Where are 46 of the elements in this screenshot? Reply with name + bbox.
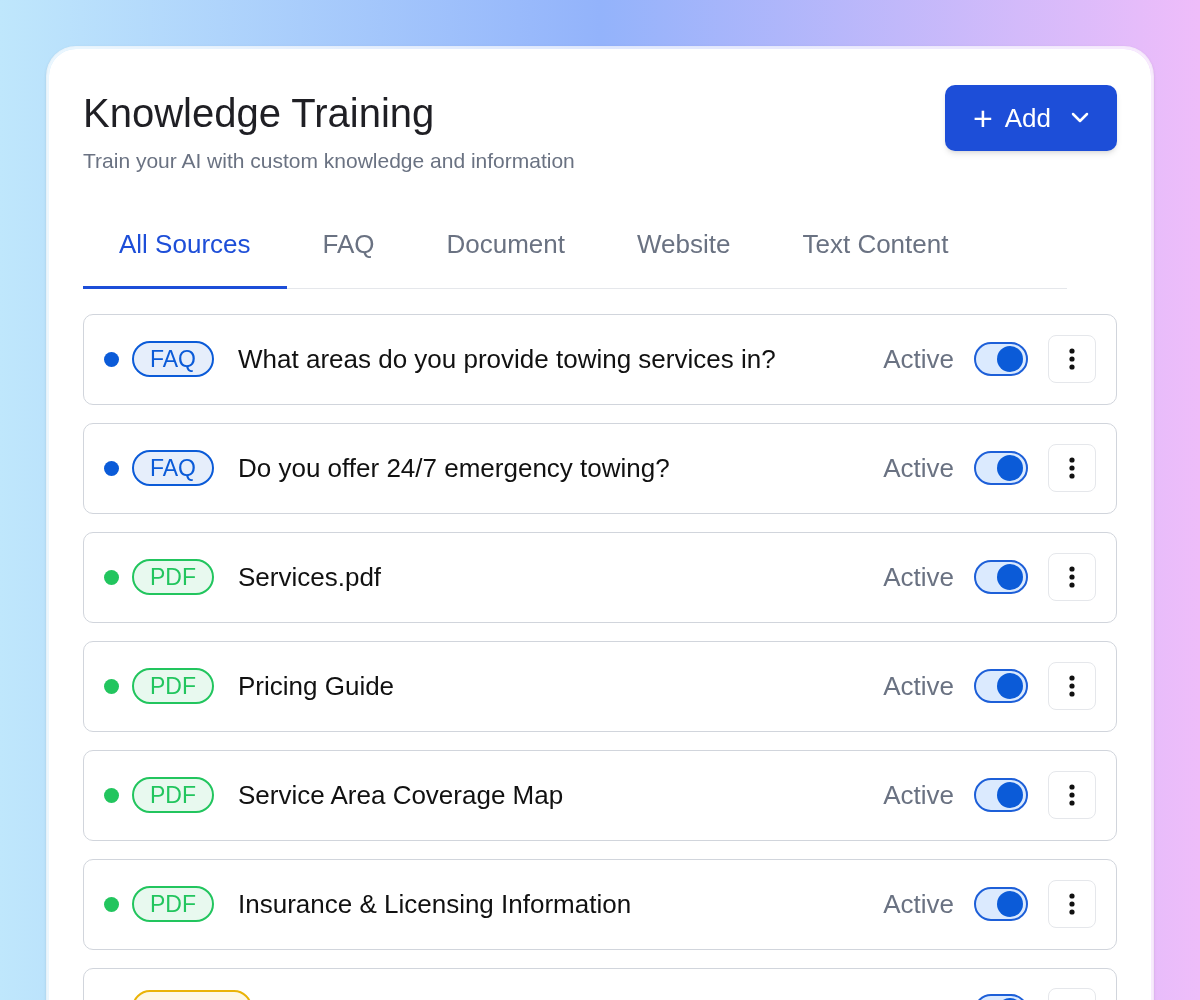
toggle-switch[interactable] bbox=[974, 778, 1028, 812]
more-icon bbox=[1069, 893, 1075, 915]
tab[interactable]: Text Content bbox=[766, 222, 985, 289]
toggle-switch[interactable] bbox=[974, 669, 1028, 703]
more-icon bbox=[1069, 784, 1075, 806]
more-icon bbox=[1069, 675, 1075, 697]
tab[interactable]: FAQ bbox=[286, 222, 411, 289]
toggle-switch[interactable] bbox=[974, 560, 1028, 594]
type-tag: PDF bbox=[132, 559, 214, 595]
source-title: Service Area Coverage Map bbox=[238, 778, 564, 812]
source-title: Insurance & Licensing Information bbox=[238, 887, 632, 921]
more-options-button[interactable] bbox=[1048, 880, 1096, 928]
more-icon bbox=[1069, 348, 1075, 370]
status-label: Active bbox=[883, 560, 954, 594]
toggle-switch[interactable] bbox=[974, 451, 1028, 485]
type-tag: PDF bbox=[132, 777, 214, 813]
toggle-switch[interactable] bbox=[974, 887, 1028, 921]
more-options-button[interactable] bbox=[1048, 771, 1096, 819]
status-label: Active bbox=[883, 778, 954, 812]
page-title: Knowledge Training bbox=[83, 90, 435, 137]
plus-icon: + bbox=[972, 101, 993, 135]
source-title: Do you offer 24/7 emergency towing? bbox=[238, 451, 670, 485]
more-options-button[interactable] bbox=[1048, 662, 1096, 710]
chevron-down-icon bbox=[1071, 112, 1089, 124]
tab[interactable]: Document bbox=[410, 222, 601, 289]
toggle-switch[interactable] bbox=[974, 342, 1028, 376]
add-button[interactable]: + Add bbox=[944, 85, 1117, 151]
tab[interactable]: Website bbox=[601, 222, 767, 289]
source-title: What areas do you provide towing services in? bbox=[238, 342, 776, 376]
source-title: Services.pdf bbox=[238, 560, 382, 594]
tab[interactable]: All Sources bbox=[83, 222, 287, 289]
type-tag: PDF bbox=[132, 886, 214, 922]
status-label: Active bbox=[883, 669, 954, 703]
type-tag: PDF bbox=[132, 668, 214, 704]
type-tag: FAQ bbox=[132, 450, 214, 486]
page-subtitle: Train your AI with custom knowledge and information bbox=[83, 148, 575, 174]
status-label: Active bbox=[883, 451, 954, 485]
type-tag: FAQ bbox=[132, 341, 214, 377]
more-options-button[interactable] bbox=[1048, 335, 1096, 383]
status-label: Active bbox=[883, 342, 954, 376]
more-options-button[interactable] bbox=[1048, 444, 1096, 492]
more-icon bbox=[1069, 566, 1075, 588]
more-options-button[interactable] bbox=[1048, 553, 1096, 601]
status-label: Active bbox=[883, 887, 954, 921]
source-title: Pricing Guide bbox=[238, 669, 395, 703]
more-icon bbox=[1069, 457, 1075, 479]
